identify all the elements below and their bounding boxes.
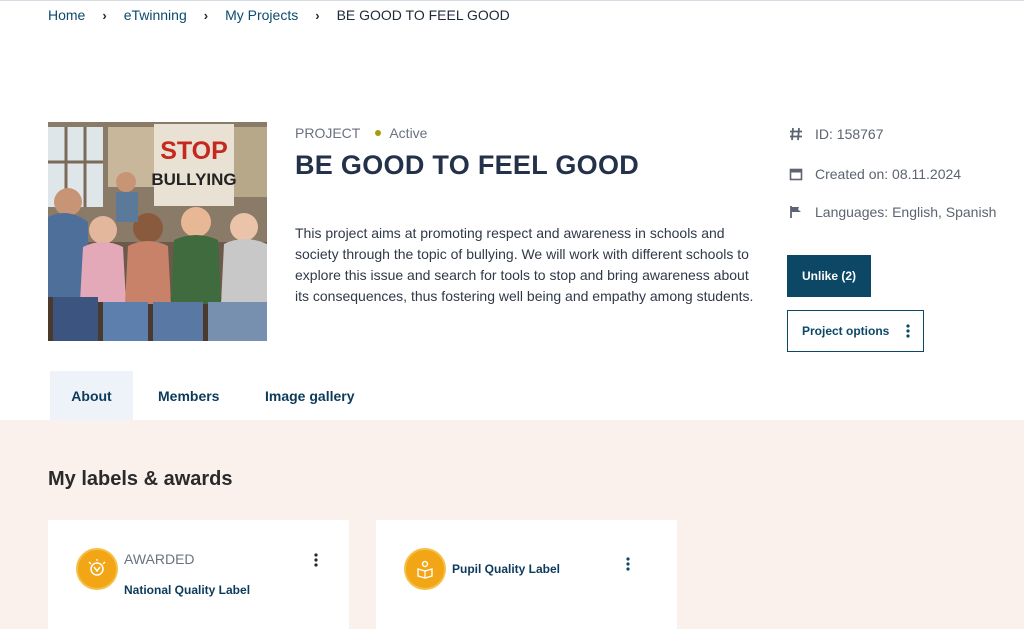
project-meta: PROJECT Active	[295, 125, 427, 141]
project-id: ID: 158767	[815, 126, 884, 142]
project-image: STOP BULLYING	[48, 122, 267, 341]
page-title: BE GOOD TO FEEL GOOD	[295, 150, 640, 180]
sign-text-bullying: BULLYING	[151, 170, 236, 189]
tab-members[interactable]: Members	[158, 371, 219, 420]
label-card-national: AWARDED National Quality Label	[48, 520, 349, 629]
breadcrumb-current: BE GOOD TO FEEL GOOD	[336, 7, 510, 23]
unlike-button[interactable]: Unlike (2)	[787, 255, 871, 297]
project-created-row: Created on: 08.11.2024	[789, 166, 961, 182]
project-kind: PROJECT	[295, 125, 361, 141]
chevron-right-icon: ›	[102, 7, 107, 23]
tab-about[interactable]: About	[50, 371, 133, 420]
hash-icon	[790, 127, 802, 141]
project-languages: Languages: English, Spanish	[815, 204, 997, 220]
project-options-label: Project options	[802, 324, 890, 338]
award-status: AWARDED	[124, 551, 195, 567]
pupil-book-icon	[404, 548, 446, 590]
sign-text-stop: STOP	[160, 137, 228, 165]
breadcrumb-home-link[interactable]: Home	[48, 7, 85, 23]
kebab-menu-icon[interactable]	[626, 557, 630, 571]
calendar-icon	[789, 168, 803, 181]
breadcrumb-my-projects-link[interactable]: My Projects	[225, 7, 298, 23]
project-description: This project aims at promoting respect a…	[295, 225, 754, 304]
flag-icon	[790, 206, 801, 218]
breadcrumb-etwinning-link[interactable]: eTwinning	[124, 7, 187, 23]
project-options-button[interactable]: Project options	[787, 310, 924, 352]
kebab-menu-icon[interactable]	[314, 553, 318, 567]
label-name[interactable]: Pupil Quality Label	[452, 562, 560, 576]
label-card-pupil: Pupil Quality Label	[376, 520, 677, 629]
top-divider	[0, 0, 1024, 1]
breadcrumb: Home › eTwinning › My Projects › BE GOOD…	[48, 7, 510, 23]
label-name[interactable]: National Quality Label	[124, 583, 250, 597]
project-status: Active	[389, 125, 428, 141]
award-medal-icon	[76, 548, 118, 590]
tab-image-gallery[interactable]: Image gallery	[265, 371, 355, 420]
chevron-right-icon: ›	[203, 7, 209, 23]
chevron-right-icon: ›	[315, 7, 320, 23]
project-languages-row: Languages: English, Spanish	[789, 204, 996, 220]
project-created: Created on: 08.11.2024	[815, 166, 962, 182]
kebab-menu-icon	[906, 324, 910, 338]
section-title: My labels & awards	[48, 468, 233, 490]
tab-about-label: About	[71, 387, 112, 404]
labels-awards-section: My labels & awards AWARDED National Qual…	[0, 420, 1024, 629]
project-id-row: ID: 158767	[789, 126, 884, 142]
tab-image-gallery-label: Image gallery	[265, 387, 355, 404]
status-dot-icon	[375, 130, 382, 136]
tab-members-label: Members	[158, 387, 220, 404]
